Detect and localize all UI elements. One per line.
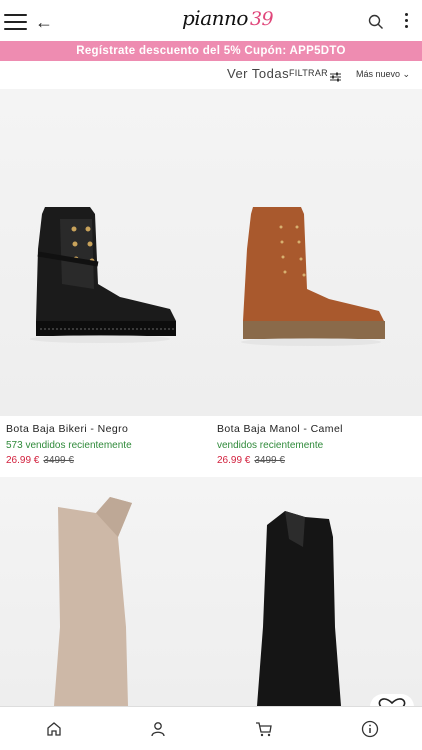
beige-cowboy-boot-image bbox=[54, 497, 132, 706]
product-price: 26.99 €3499 € bbox=[6, 455, 74, 466]
sale-price: 26.99 € bbox=[6, 455, 40, 466]
info-icon[interactable] bbox=[361, 720, 379, 738]
logo-number: 39 bbox=[249, 8, 274, 30]
camel-ankle-boot-image bbox=[241, 207, 385, 346]
promo-banner[interactable]: Regístrate descuento del 5% Cupón: APP5D… bbox=[0, 41, 422, 61]
product-image[interactable] bbox=[211, 89, 422, 416]
product-image[interactable] bbox=[0, 477, 211, 706]
brand-logo[interactable]: pianno 39 bbox=[182, 6, 274, 36]
product-card[interactable] bbox=[211, 477, 422, 706]
chevron-down-icon: ⌄ bbox=[402, 69, 411, 79]
black-ankle-boot-image bbox=[30, 207, 176, 343]
view-all-link[interactable]: Ver Todas bbox=[227, 66, 289, 81]
product-card[interactable]: Bota Baja Manol - Camel vendidos recient… bbox=[211, 89, 422, 477]
back-arrow-icon[interactable]: ← bbox=[35, 12, 53, 32]
home-icon[interactable] bbox=[45, 720, 63, 738]
black-cowboy-boot-image bbox=[257, 511, 341, 706]
product-card[interactable] bbox=[0, 477, 211, 706]
product-name[interactable]: Bota Baja Manol - Camel bbox=[217, 423, 343, 435]
more-options-icon[interactable] bbox=[402, 13, 410, 31]
product-card[interactable]: Bota Baja Bikeri - Negro 573 vendidos re… bbox=[0, 89, 211, 477]
product-image[interactable] bbox=[211, 477, 422, 706]
product-price: 26.99 €3499 € bbox=[217, 455, 285, 466]
sort-dropdown[interactable]: Más nuevo ⌄ bbox=[356, 69, 410, 80]
listing-toolbar: Ver Todas FILTRAR Más nuevo ⌄ bbox=[0, 61, 422, 89]
hamburger-menu-icon[interactable] bbox=[4, 14, 27, 31]
sale-price: 26.99 € bbox=[217, 455, 251, 466]
filter-sliders-icon[interactable] bbox=[330, 69, 341, 82]
original-price: 3499 € bbox=[254, 455, 285, 466]
sold-count: 573 vendidos recientemente bbox=[6, 440, 132, 451]
original-price: 3499 € bbox=[43, 455, 74, 466]
sold-count: vendidos recientemente bbox=[217, 440, 324, 451]
product-image[interactable] bbox=[0, 89, 211, 416]
search-icon[interactable] bbox=[368, 14, 384, 30]
top-header: ← pianno 39 bbox=[0, 0, 422, 42]
logo-text: pianno bbox=[182, 6, 248, 30]
sort-label: Más nuevo bbox=[356, 69, 401, 79]
user-icon[interactable] bbox=[149, 720, 167, 738]
bottom-navigation bbox=[0, 706, 422, 750]
cart-icon[interactable] bbox=[255, 720, 273, 738]
filter-button[interactable]: FILTRAR bbox=[289, 68, 328, 78]
product-name[interactable]: Bota Baja Bikeri - Negro bbox=[6, 423, 128, 435]
